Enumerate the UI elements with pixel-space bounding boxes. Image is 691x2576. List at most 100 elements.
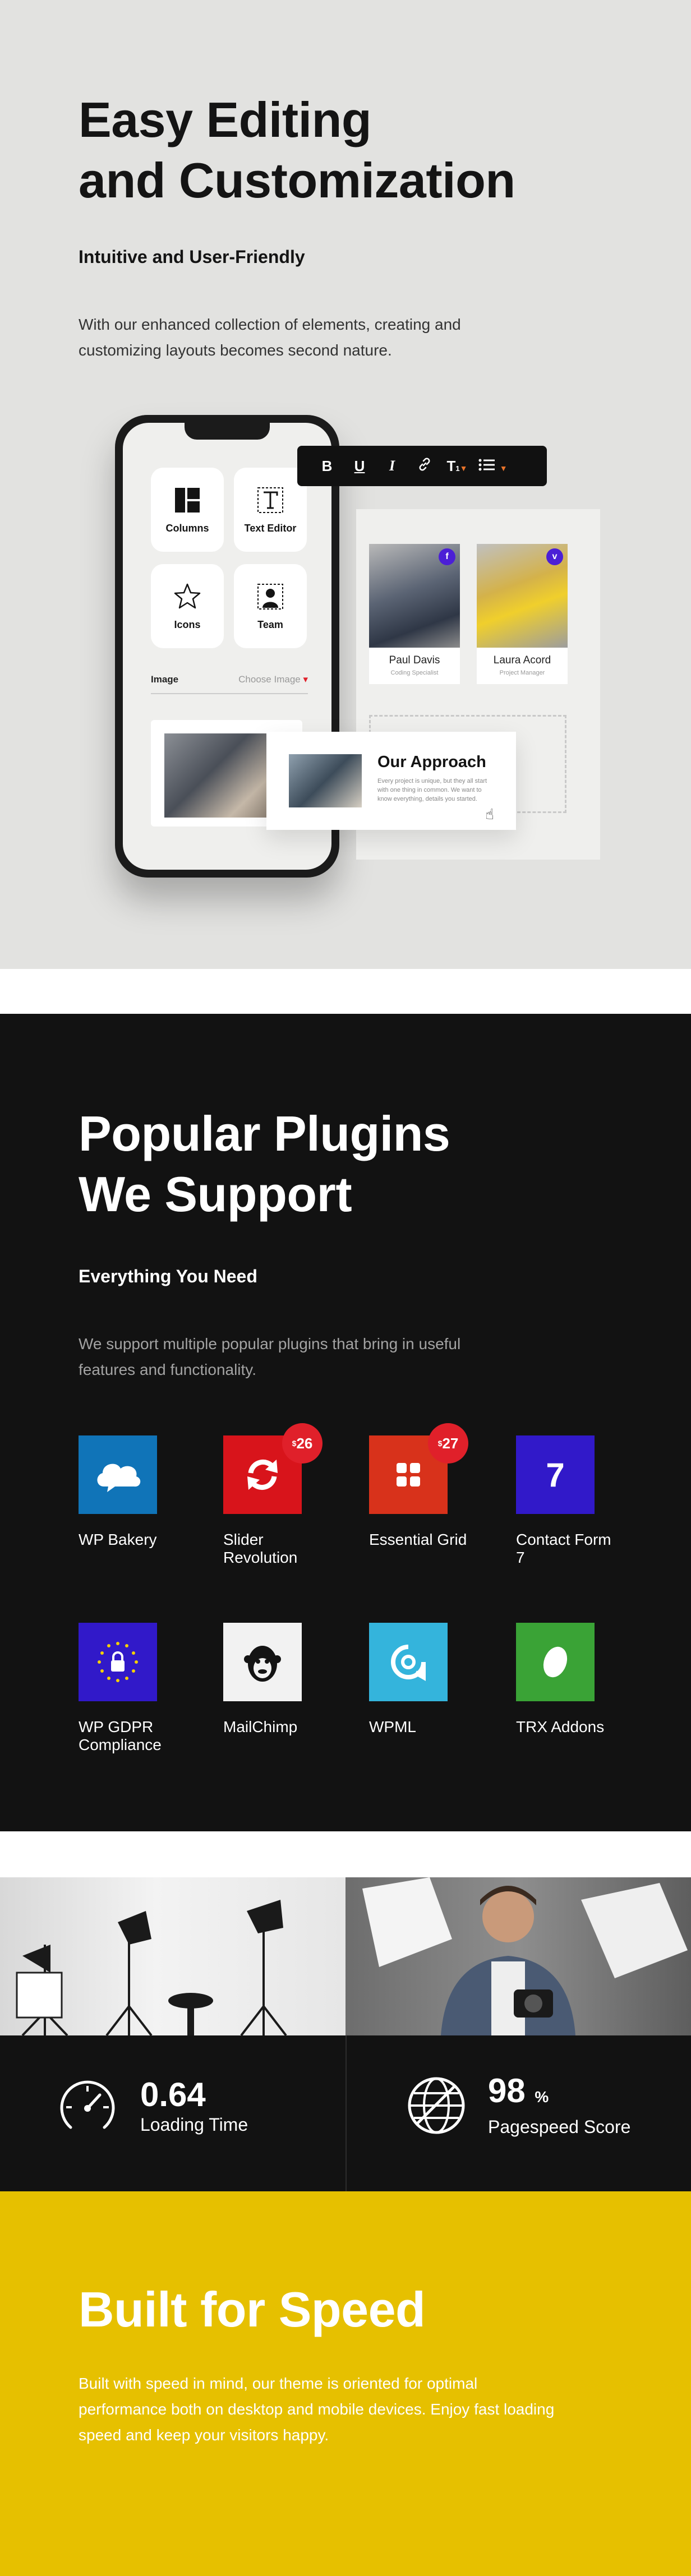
plugin-name: WP GDPR Compliance [79, 1718, 162, 1753]
list-button[interactable]: ▼ [473, 458, 513, 475]
stat-pagespeed: 98 % Pagespeed Score [405, 2074, 630, 2138]
team-name: Paul Davis [389, 654, 440, 666]
plugin-logo [79, 1623, 157, 1701]
caret-down-icon: ▼ [459, 463, 468, 473]
studio-lights-illustration [16, 1900, 287, 2035]
plugins-title-line2: We Support [79, 1166, 352, 1222]
plugin-name: WPML [369, 1718, 416, 1735]
plugins-section: Popular Plugins We Support Everything Yo… [0, 1014, 691, 1831]
plugin-logo [369, 1623, 448, 1701]
link-icon [419, 458, 430, 470]
approach-title: Our Approach [377, 753, 486, 771]
italic-button[interactable]: I [376, 458, 408, 474]
text-size-button[interactable]: T1▼ [441, 458, 473, 475]
team-card[interactable]: v Laura Acord Project Manager [477, 544, 568, 684]
plugin-item[interactable]: TRX Addons [516, 1623, 628, 1736]
tile-label: Team [257, 618, 283, 630]
choose-image-dropdown[interactable]: Choose Image [238, 674, 308, 685]
plugin-name: WP Bakery [79, 1531, 157, 1548]
plugin-item[interactable]: WP GDPR Compliance [79, 1623, 191, 1754]
plugin-logo [223, 1623, 302, 1701]
caret-down-icon: ▼ [499, 463, 508, 473]
price-currency: $ [437, 1439, 443, 1448]
studio-equipment-image [0, 1877, 346, 2035]
plugin-logo [79, 1435, 157, 1514]
bold-button[interactable]: B [311, 458, 343, 475]
team-role: Project Manager [499, 670, 545, 676]
plugins-description: We support multiple popular plugins that… [79, 1335, 461, 1378]
wpml-icon [391, 1645, 426, 1681]
plugin-item[interactable]: MailChimp [223, 1623, 335, 1736]
image-control-row: Image Choose Image [151, 674, 308, 685]
stat-text: 0.64 Loading Time [140, 2075, 248, 2135]
plugin-name: TRX Addons [516, 1718, 605, 1735]
plugin-item[interactable]: $26 Slider Revolution [223, 1423, 335, 1567]
plugins-title-line1: Popular Plugins [79, 1106, 450, 1161]
text-format-toolbar: B U I T1▼ ▼ [297, 446, 547, 486]
facebook-icon[interactable]: f [439, 548, 455, 565]
grid-icon [397, 1463, 420, 1486]
speed-section: Built for Speed Built with speed in mind… [0, 2191, 691, 2576]
image-label: Image [151, 674, 179, 685]
plugin-logo: $26 [223, 1423, 323, 1514]
plugin-logo: $27 [369, 1423, 468, 1514]
cloud-icon [97, 1464, 141, 1492]
price-badge: $26 [282, 1423, 323, 1464]
page: Easy Editing and Customization Intuitive… [0, 0, 691, 2576]
chimp-icon [244, 1646, 281, 1682]
price-value: 26 [296, 1434, 313, 1452]
editing-title-line2: and Customization [79, 153, 515, 208]
image-divider [151, 693, 308, 694]
lock-stars-icon [98, 1642, 138, 1682]
speed-title: Built for Speed [79, 2282, 426, 2337]
speed-description: Built with speed in mind, our theme is o… [79, 2375, 555, 2444]
editing-subtitle: Intuitive and User-Friendly [79, 247, 305, 267]
editing-description: With our enhanced collection of elements… [79, 316, 461, 359]
editing-section: Easy Editing and Customization Intuitive… [0, 0, 691, 969]
loading-time-value: 0.64 [140, 2075, 206, 2113]
loading-time-label: Loading Time [140, 2114, 248, 2135]
pagespeed-number: 98 [488, 2072, 526, 2109]
editing-title-line1: Easy Editing [79, 92, 372, 147]
team-role: Coding Specialist [390, 670, 439, 676]
phone-notch [185, 423, 270, 440]
columns-icon [175, 487, 200, 513]
plugins-title: Popular Plugins We Support [79, 1104, 450, 1225]
tile-team[interactable]: Team [234, 564, 307, 648]
plugins-subtitle: Everything You Need [79, 1266, 257, 1286]
team-card[interactable]: f Paul Davis Coding Specialist [369, 544, 460, 684]
tile-columns[interactable]: Columns [151, 468, 224, 552]
approach-card[interactable]: Our Approach Every project is unique, bu… [266, 732, 516, 830]
photographer-image [346, 1877, 691, 2035]
plugin-item[interactable]: $27 Essential Grid [369, 1423, 481, 1549]
plugin-logo: 7 [516, 1435, 595, 1514]
pagespeed-label: Pagespeed Score [488, 2117, 631, 2137]
underline-button[interactable]: U [343, 458, 376, 475]
seven-icon: 7 [546, 1456, 565, 1494]
tile-label: Text Editor [244, 522, 297, 534]
hand-cursor-icon: ☝ [485, 806, 494, 823]
plugin-name: Contact Form 7 [516, 1531, 611, 1566]
plugin-item[interactable]: 7 Contact Form 7 [516, 1435, 628, 1567]
photographer-illustration [362, 1877, 688, 2035]
plugin-name: MailChimp [223, 1718, 298, 1735]
stats-divider [346, 2035, 347, 2191]
plugin-item[interactable]: WPML [369, 1623, 481, 1736]
link-button[interactable] [408, 457, 441, 476]
tile-text-editor[interactable]: Text Editor [234, 468, 307, 552]
editing-title: Easy Editing and Customization [79, 90, 515, 211]
plugin-item[interactable]: WP Bakery [79, 1435, 191, 1549]
price-badge: $27 [428, 1423, 468, 1464]
stat-loading-time: 0.64 Loading Time [55, 2074, 248, 2139]
tile-icons[interactable]: Icons [151, 564, 224, 648]
text-editor-icon [257, 487, 283, 513]
speedometer-icon [60, 2080, 115, 2129]
tile-label: Icons [174, 618, 201, 630]
stats-section: 0.64 Loading Time 98 % Pagespeed Score [0, 1877, 691, 2191]
star-icon [174, 583, 201, 608]
vimeo-icon[interactable]: v [546, 548, 563, 565]
plugin-name: Slider Revolution [223, 1531, 298, 1566]
team-name: Laura Acord [493, 654, 551, 666]
stat-text: 98 % Pagespeed Score [488, 2074, 630, 2138]
pagespeed-value: 98 % [488, 2074, 630, 2115]
